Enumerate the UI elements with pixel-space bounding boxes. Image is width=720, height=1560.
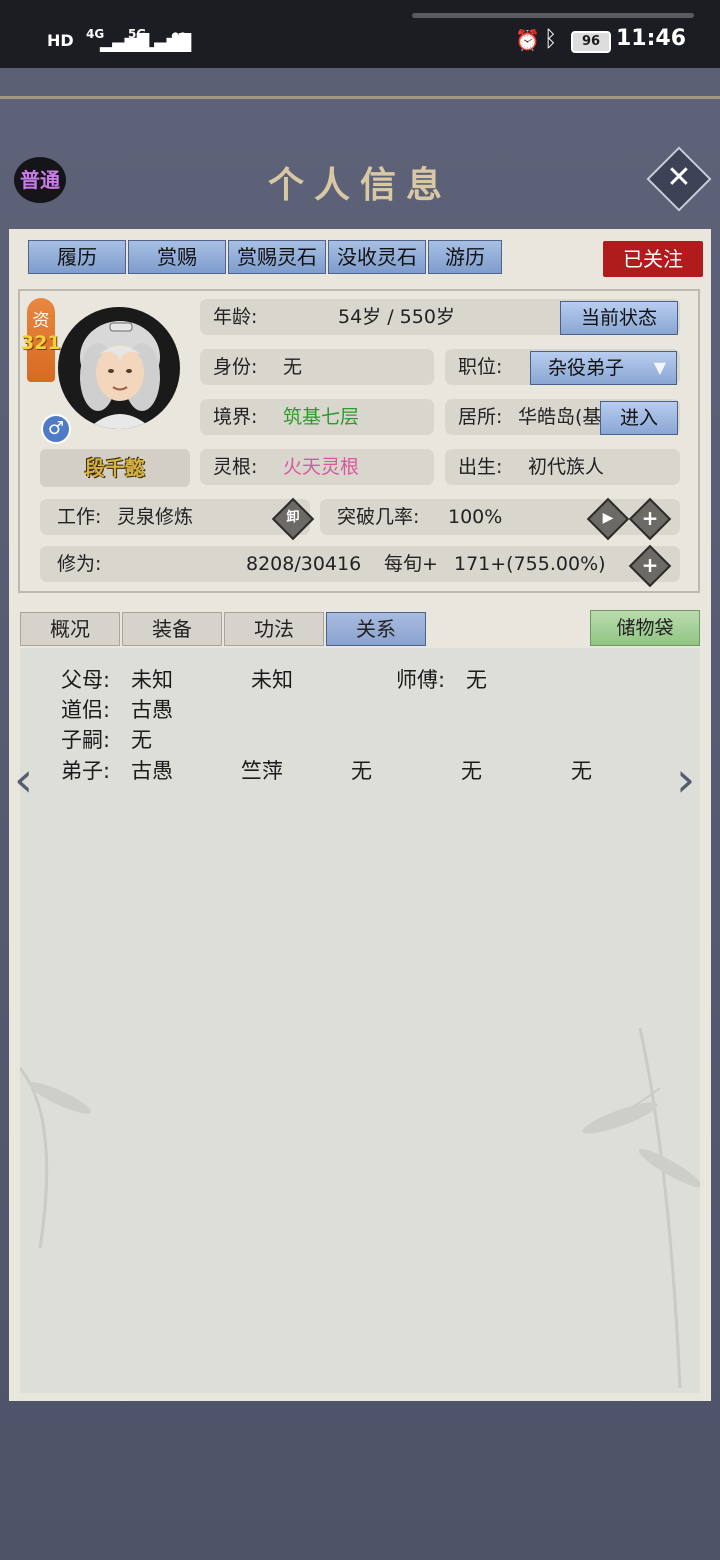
spirit-root-row: 灵根: 火天灵根 bbox=[200, 449, 434, 485]
play-icon: ▶ bbox=[602, 510, 614, 526]
position-value: 杂役弟子 bbox=[548, 357, 625, 379]
battery-icon: 96 bbox=[571, 31, 611, 53]
identity-row: 身份: 无 bbox=[200, 349, 434, 385]
partner-label: 道侣: bbox=[61, 698, 111, 722]
identity-label: 身份: bbox=[213, 356, 258, 378]
birth-label: 出生: bbox=[458, 456, 503, 478]
disciple-1[interactable]: 古愚 bbox=[131, 755, 173, 785]
parent-2[interactable]: 未知 bbox=[251, 664, 293, 694]
close-icon: ✕ bbox=[666, 160, 692, 195]
alarm-icon: ⏰ bbox=[515, 28, 540, 52]
tab-reward-spirit-stone[interactable]: 赏赐灵石 bbox=[228, 240, 326, 274]
residence-label: 居所: bbox=[458, 406, 503, 428]
tab-resume[interactable]: 履历 bbox=[28, 240, 126, 274]
disciples-label: 弟子: bbox=[61, 759, 111, 783]
work-row: 工作: 灵泉修炼 bbox=[40, 499, 310, 535]
master-label: 师傅: bbox=[396, 668, 446, 692]
per-turn-value: 171+(755.00%) bbox=[454, 553, 606, 575]
heart-icon: ♥ bbox=[170, 28, 188, 52]
prev-page-arrow-icon[interactable]: ‹ bbox=[14, 752, 33, 808]
status-bar: HD 4G ▂▄▆█ 5G ▂▄▆█ ♥ ⏰ ᛒ 96 11:46 bbox=[0, 0, 720, 68]
storage-bag-button[interactable]: 储物袋 bbox=[590, 610, 700, 646]
avatar[interactable] bbox=[58, 307, 180, 429]
tab-equipment[interactable]: 装备 bbox=[122, 612, 222, 646]
bluetooth-icon: ᛒ bbox=[544, 27, 558, 52]
current-state-button[interactable]: 当前状态 bbox=[560, 301, 678, 335]
position-label: 职位: bbox=[458, 356, 503, 378]
realm-row: 境界: 筑基七层 bbox=[200, 399, 434, 435]
plus-icon: + bbox=[641, 553, 659, 577]
disciple-4[interactable]: 无 bbox=[461, 755, 482, 785]
position-select[interactable]: 杂役弟子 ▼ bbox=[530, 351, 677, 385]
disciple-2[interactable]: 竺萍 bbox=[241, 755, 283, 785]
age-label: 年龄: bbox=[213, 306, 258, 328]
disciple-5[interactable]: 无 bbox=[571, 755, 592, 785]
work-label: 工作: bbox=[57, 506, 102, 528]
character-name: 段千懿 bbox=[40, 449, 190, 487]
work-value: 灵泉修炼 bbox=[117, 506, 194, 528]
tab-reward[interactable]: 赏赐 bbox=[128, 240, 226, 274]
next-page-arrow-icon[interactable]: › bbox=[676, 752, 695, 808]
tab-overview[interactable]: 概况 bbox=[20, 612, 120, 646]
hd-icon: HD bbox=[47, 31, 74, 50]
chevron-down-icon: ▼ bbox=[653, 358, 666, 377]
residence-value: 华皓岛(基 bbox=[518, 406, 602, 428]
notification-handle[interactable] bbox=[412, 13, 694, 18]
realm-label: 境界: bbox=[213, 406, 258, 428]
birth-row: 出生: 初代族人 bbox=[445, 449, 680, 485]
tab-travel[interactable]: 游历 bbox=[428, 240, 502, 274]
identity-value: 无 bbox=[283, 356, 303, 378]
realm-value: 筑基七层 bbox=[283, 406, 360, 428]
parent-1[interactable]: 未知 bbox=[131, 664, 173, 694]
follow-button[interactable]: 已关注 bbox=[603, 241, 703, 277]
cultivation-label: 修为: bbox=[57, 553, 102, 575]
breakthrough-label: 突破几率: bbox=[337, 506, 420, 528]
aptitude-label: 资 bbox=[32, 311, 50, 331]
parents-label: 父母: bbox=[61, 668, 111, 692]
breakthrough-value: 100% bbox=[448, 506, 503, 528]
aptitude-value: 321 bbox=[21, 332, 61, 354]
unload-label: 卸 bbox=[286, 510, 300, 525]
disciple-3[interactable]: 无 bbox=[351, 755, 372, 785]
birth-value: 初代族人 bbox=[528, 456, 605, 478]
top-band bbox=[0, 68, 720, 99]
cultivation-value: 8208/30416 bbox=[246, 553, 362, 575]
page-title: 个人信息 bbox=[267, 164, 452, 206]
master-value[interactable]: 无 bbox=[466, 664, 487, 694]
per-turn-label: 每旬+ bbox=[384, 553, 438, 575]
plus-icon: + bbox=[641, 506, 659, 530]
spirit-root-value: 火天灵根 bbox=[283, 456, 360, 478]
cultivation-row: 修为: 8208/30416 每旬+ 171+(755.00%) bbox=[40, 546, 680, 582]
partner-value[interactable]: 古愚 bbox=[131, 694, 173, 724]
enter-button[interactable]: 进入 bbox=[600, 401, 678, 435]
spirit-root-label: 灵根: bbox=[213, 456, 258, 478]
tab-relations[interactable]: 关系 bbox=[326, 612, 426, 646]
children-label: 子嗣: bbox=[61, 728, 111, 752]
age-value: 54岁 / 550岁 bbox=[338, 306, 455, 328]
character-portrait bbox=[80, 321, 160, 429]
tab-skills[interactable]: 功法 bbox=[224, 612, 324, 646]
tab-confiscate-spirit-stone[interactable]: 没收灵石 bbox=[328, 240, 426, 274]
clock: 11:46 bbox=[616, 26, 687, 51]
children-value[interactable]: 无 bbox=[131, 724, 152, 754]
male-gender-icon: ♂ bbox=[41, 414, 71, 444]
